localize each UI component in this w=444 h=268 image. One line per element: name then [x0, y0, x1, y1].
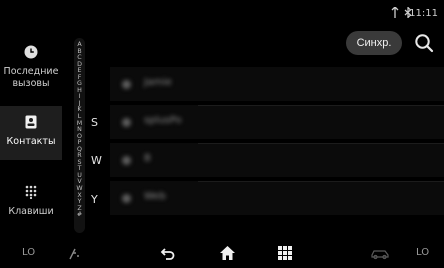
status-bar: 11:11	[0, 0, 444, 28]
sync-button[interactable]: Синхр.	[346, 31, 402, 55]
search-icon[interactable]	[413, 32, 435, 54]
contact-name: splusPo	[144, 115, 182, 126]
signal-icon	[391, 6, 399, 21]
sidebar-item-label: Клавиши	[8, 206, 54, 217]
clock-time: 11:11	[409, 8, 438, 19]
contact-row[interactable]: B	[110, 143, 444, 177]
alphabet-letter[interactable]: #	[77, 212, 82, 219]
alphabet-index[interactable]: A B C D E F G H I J K L M N O P Q R S T U V W X Y Z #	[74, 38, 85, 233]
row-divider	[198, 143, 444, 144]
home-icon[interactable]	[219, 245, 236, 265]
sidebar-item-contacts[interactable]: Контакты	[0, 106, 62, 160]
sidebar-item-label-line2: вызовы	[12, 78, 50, 89]
group-letter-y: Y	[91, 193, 98, 206]
contact-row[interactable]: splusPo	[110, 105, 444, 139]
contact-avatar	[122, 156, 131, 165]
sidebar-item-recent-calls[interactable]: Последние вызовы	[0, 42, 62, 96]
sidebar-item-label: Контакты	[6, 136, 56, 147]
apps-grid-icon[interactable]	[278, 245, 292, 264]
contact-card-icon	[0, 114, 62, 133]
row-divider	[198, 105, 444, 106]
keypad-icon	[0, 184, 62, 203]
seat-heat-icon[interactable]	[66, 245, 82, 265]
contact-name: Web	[144, 191, 166, 202]
contact-avatar	[122, 118, 131, 127]
group-letter-s: S	[91, 116, 98, 129]
contact-row[interactable]: Jamie	[110, 67, 444, 101]
sidebar-item-keypad[interactable]: Клавиши	[0, 184, 62, 224]
bottom-bar: LO LO	[0, 240, 444, 268]
contact-avatar	[122, 194, 131, 203]
group-letter-w: W	[91, 154, 102, 167]
sidebar-item-label: Последние	[3, 66, 59, 77]
contact-avatar	[122, 80, 131, 89]
contact-name: B	[144, 153, 151, 164]
contact-name: Jamie	[144, 77, 172, 88]
back-icon[interactable]	[160, 245, 176, 265]
clock-icon	[0, 44, 62, 63]
contact-row[interactable]: Web	[110, 181, 444, 215]
left-temperature[interactable]: LO	[22, 247, 35, 258]
right-temperature[interactable]: LO	[416, 247, 429, 258]
car-icon[interactable]	[370, 245, 390, 264]
row-divider	[198, 181, 444, 182]
